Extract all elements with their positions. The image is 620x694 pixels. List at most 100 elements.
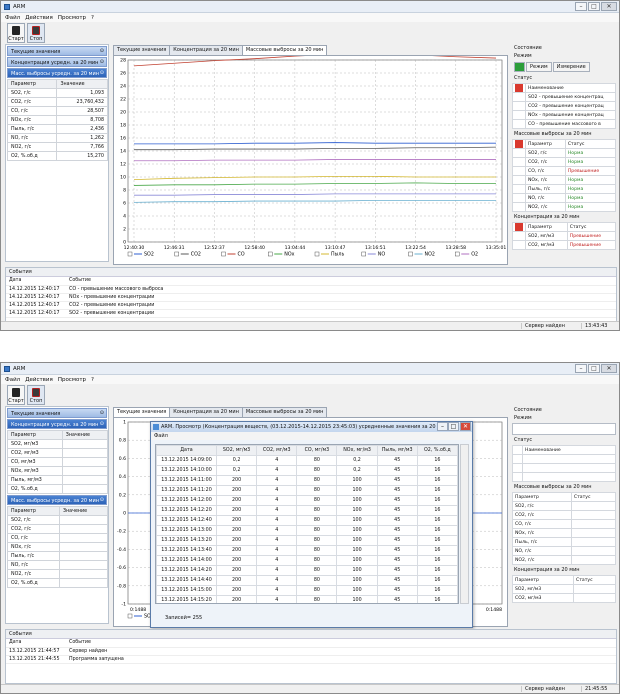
table-row[interactable]: 13.12.2015 14:12:00 200 4 80 100 45 16 — [156, 495, 458, 506]
list-item[interactable]: CO2 - превышение концентрац — [512, 101, 616, 111]
col-status[interactable]: Статус — [566, 222, 617, 232]
table-row[interactable]: Пыль, г/с Норма — [512, 184, 617, 194]
table-row[interactable]: NOx, г/с — [512, 528, 617, 538]
menu-view[interactable]: Просмотр — [58, 377, 86, 383]
table-row[interactable]: NO, г/с — [512, 546, 617, 556]
table-row[interactable]: 13.12.2015 14:13:40 200 4 80 100 45 16 — [156, 545, 458, 556]
stop-button[interactable]: Стоп — [27, 23, 45, 43]
close-button[interactable]: ✕ — [601, 2, 617, 11]
col-header[interactable]: O2, %.об.д — [416, 445, 458, 456]
table-row[interactable]: NO2, г/с — [7, 569, 109, 579]
legend-checkbox[interactable] — [268, 251, 273, 257]
stop-button[interactable]: Стоп — [27, 385, 45, 405]
table-row[interactable]: SO2, мг/м3 Превышение — [512, 231, 617, 241]
list-item[interactable]: SO2 - превышение концентрац — [512, 92, 616, 102]
section-mass[interactable]: Масс. выбросы усредн. за 20 мин — [7, 68, 107, 78]
col-name[interactable]: Наименование — [522, 445, 616, 455]
tab-mass[interactable]: Массовые выбросы за 20 мин — [241, 407, 328, 417]
table-row[interactable]: CO2, г/с Норма — [512, 157, 617, 167]
dialog-maximize-button[interactable]: □ — [448, 422, 459, 431]
table-row[interactable]: NOx, г/с 8,708 — [6, 115, 108, 125]
table-row[interactable]: CO2, г/с 23,760,432 — [6, 97, 108, 107]
table-row[interactable]: CO2, г/с — [7, 524, 109, 534]
menu-actions[interactable]: Действия — [25, 377, 53, 383]
col-event[interactable]: Событие — [66, 639, 616, 648]
table-row[interactable]: CO, г/с Превышение — [512, 166, 617, 176]
table-row[interactable]: 13.12.2015 14:13:00 200 4 80 100 45 16 — [156, 525, 458, 536]
table-row[interactable]: 14.12.2015 12:40:17 CO2 - превышение конц… — [6, 301, 616, 310]
table-row[interactable]: CO2, мг/м3 — [511, 593, 616, 603]
dialog-minimize-button[interactable]: – — [437, 422, 448, 431]
tab-concentration[interactable]: Концентрация за 20 мин — [169, 407, 243, 417]
table-row[interactable]: SO2, г/с Норма — [512, 148, 617, 158]
maximize-button[interactable]: □ — [588, 364, 600, 373]
table-row[interactable]: NO2, г/с — [512, 555, 617, 565]
table-row[interactable]: NO, г/с Норма — [512, 193, 617, 203]
col-event[interactable]: Событие — [66, 277, 616, 286]
col-status[interactable]: Статус — [573, 575, 616, 585]
table-row[interactable]: 13.12.2015 14:11:20 200 4 80 100 45 16 — [156, 485, 458, 496]
col-date[interactable]: Дата — [6, 277, 66, 286]
table-row[interactable]: CO2, мг/м3 Превышение — [512, 240, 617, 250]
col-header[interactable]: CO2, мг/м3 — [256, 445, 298, 456]
col-param[interactable]: Параметр — [7, 430, 63, 440]
table-row[interactable]: NOx, мг/м3 — [7, 466, 109, 476]
table-row[interactable]: NO2, г/с 7,766 — [6, 142, 108, 152]
table-row[interactable]: SO2, г/с — [7, 515, 109, 525]
table-row[interactable]: 13.12.2015 14:12:40 200 4 80 100 45 16 — [156, 515, 458, 526]
table-row[interactable]: O2, %.об.д — [7, 484, 109, 494]
dialog-scrollbar[interactable] — [460, 444, 469, 604]
menu-actions[interactable]: Действия — [25, 15, 53, 21]
table-row[interactable]: NO, г/с 1,262 — [6, 133, 108, 143]
col-header[interactable]: Дата — [156, 445, 217, 456]
table-row[interactable]: CO, г/с — [7, 533, 109, 543]
legend-checkbox[interactable] — [127, 613, 133, 619]
col-param[interactable]: Параметр — [512, 492, 572, 502]
table-row[interactable]: 13.12.2015 21:44:57 Сервер найден — [6, 647, 616, 656]
close-button[interactable]: ✕ — [601, 364, 617, 373]
table-row[interactable]: 13.12.2015 14:11:00 200 4 80 100 45 16 — [156, 475, 458, 486]
legend-checkbox[interactable] — [455, 251, 460, 257]
menu-file[interactable]: Файл — [5, 15, 20, 21]
dialog-close-button[interactable]: ✕ — [460, 422, 471, 431]
col-header[interactable]: NOx, мг/м3 — [336, 445, 378, 456]
table-row[interactable]: NO, г/с — [7, 560, 109, 570]
table-row[interactable]: CO, г/с — [512, 519, 617, 529]
table-row[interactable]: 13.12.2015 14:14:40 200 4 80 100 45 16 — [156, 575, 458, 586]
start-button[interactable]: Старт — [7, 23, 25, 43]
table-row[interactable]: O2, %.об.д 15,270 — [6, 151, 108, 161]
table-row[interactable]: 13.12.2015 14:09:00 0,2 4 80 0,2 45 16 — [156, 455, 458, 466]
table-row[interactable]: 13.12.2015 14:13:20 200 4 80 100 45 16 — [156, 535, 458, 546]
menu-view[interactable]: Просмотр — [58, 15, 86, 21]
mode-tab-measure[interactable]: Измерение — [552, 62, 590, 72]
col-status[interactable]: Статус — [564, 139, 617, 149]
table-row[interactable]: SO2, мг/м3 — [7, 439, 109, 449]
table-row[interactable]: 13.12.2015 14:14:00 200 4 80 100 45 16 — [156, 555, 458, 566]
table-row[interactable]: 14.12.2015 12:40:17 NOx - превышение конц… — [6, 293, 616, 302]
table-row[interactable]: NOx, г/с Норма — [512, 175, 617, 185]
table-row[interactable]: Пыль, мг/м3 — [7, 475, 109, 485]
minimize-button[interactable]: – — [575, 364, 587, 373]
table-row[interactable]: NO2, г/с Норма — [512, 202, 617, 212]
table-row[interactable]: Пыль, г/с 2,436 — [6, 124, 108, 134]
col-header[interactable]: CO, мг/м3 — [296, 445, 338, 456]
table-row[interactable]: Пыль, г/с — [7, 551, 109, 561]
legend-checkbox[interactable] — [174, 251, 179, 257]
table-row[interactable]: O2, %.об.д — [7, 578, 109, 588]
list-item[interactable]: NOx - превышение концентрац — [512, 110, 616, 120]
col-param[interactable]: Параметр — [525, 222, 568, 232]
col-header[interactable]: Пыль, мг/м3 — [376, 445, 418, 456]
tab-current[interactable]: Текущие значения — [113, 45, 171, 55]
col-header[interactable]: SO2, мг/м3 — [215, 445, 258, 456]
section-concentration[interactable]: Концентрация усредн. за 20 мин — [7, 419, 107, 429]
table-row[interactable]: 13.12.2015 14:12:20 200 4 80 100 45 16 — [156, 505, 458, 516]
col-status[interactable]: Статус — [570, 492, 617, 502]
col-name[interactable]: Наименование — [525, 83, 616, 93]
col-value[interactable]: Значение — [61, 430, 109, 440]
table-row[interactable]: NOx, г/с — [7, 542, 109, 552]
table-row[interactable]: 13.12.2015 14:14:20 200 4 80 100 45 16 — [156, 565, 458, 576]
table-row[interactable]: CO2, мг/м3 — [7, 448, 109, 458]
table-row[interactable]: 13.12.2015 14:10:00 0,2 4 80 0,2 45 16 — [156, 465, 458, 476]
dialog-menu-file[interactable]: Файл — [151, 432, 472, 440]
legend-checkbox[interactable] — [127, 251, 133, 257]
